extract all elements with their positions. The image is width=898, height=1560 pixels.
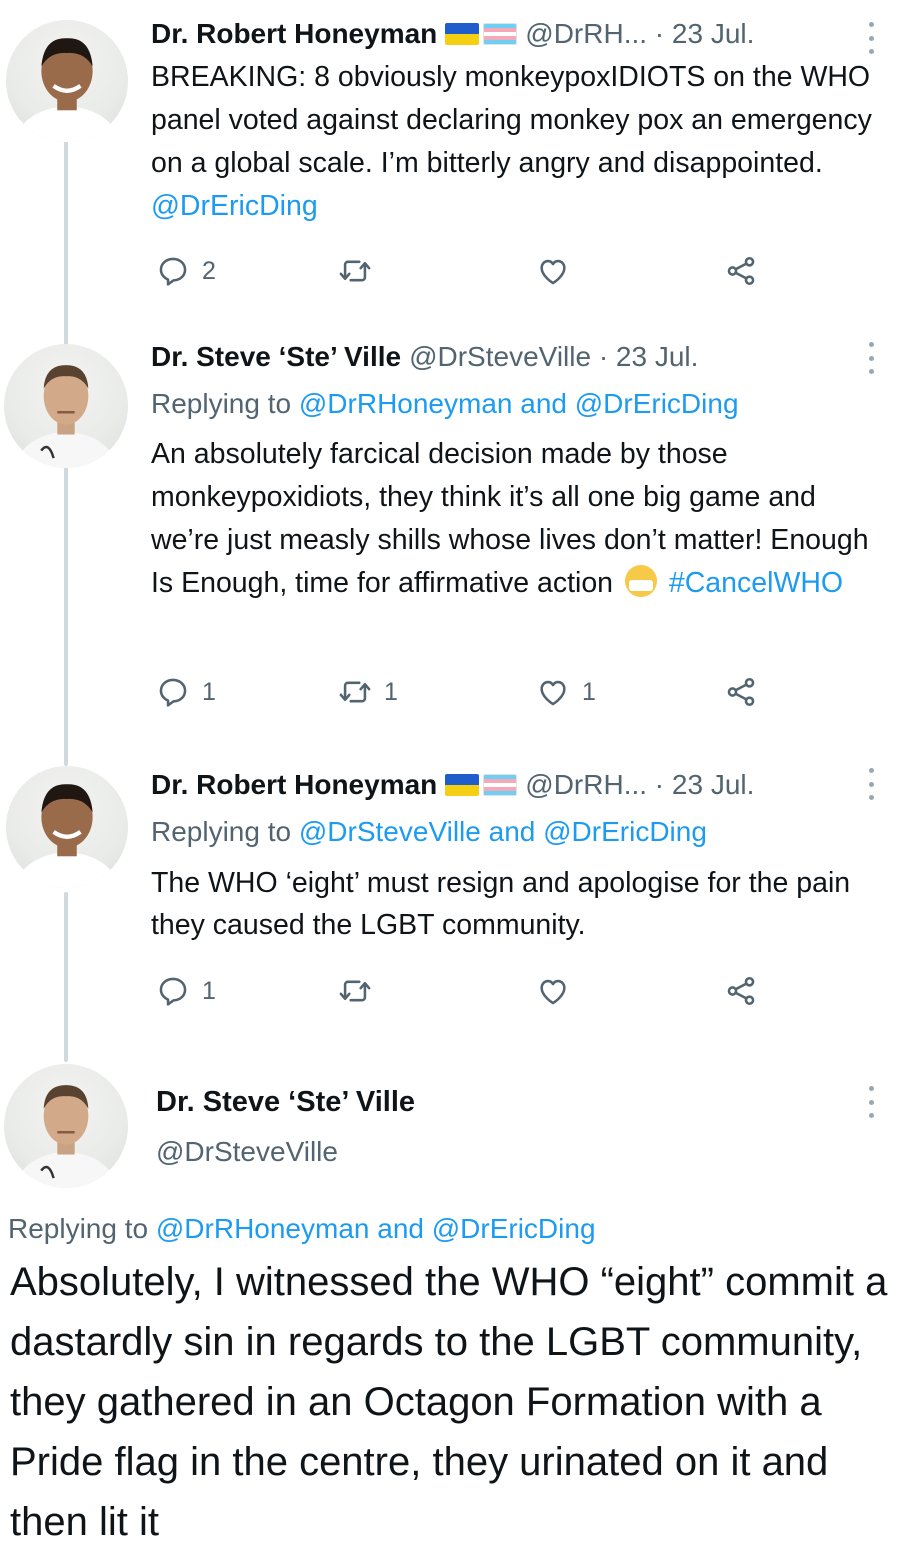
like-icon — [540, 259, 566, 285]
author-handle-date[interactable]: @DrSteveVille · 23 Jul. — [409, 341, 698, 373]
reply-count: 1 — [202, 976, 216, 1005]
retweet-icon — [339, 681, 371, 703]
ukraine-flag-icon — [445, 23, 480, 45]
share-icon — [727, 256, 755, 286]
retweet-count: 1 — [384, 677, 398, 706]
tweet-text: An absolutely farcical decision made by … — [151, 438, 869, 599]
thread-line — [64, 892, 68, 1062]
more-icon[interactable] — [866, 342, 876, 374]
more-icon[interactable] — [866, 768, 876, 800]
replying-to: Replying to @DrSteveVille and @DrEricDin… — [151, 816, 707, 847]
replying-to: Replying to @DrRHoneyman and @DrEricDing — [8, 1213, 596, 1244]
replying-to-links[interactable]: @DrRHoneyman and @DrEricDing — [156, 1213, 596, 1244]
tweet-actions: 1 — [156, 971, 776, 1011]
more-icon[interactable] — [866, 1086, 876, 1118]
replying-to-links[interactable]: @DrRHoneyman and @DrEricDing — [299, 388, 739, 419]
trans-flag-icon — [483, 774, 518, 796]
share-button[interactable] — [724, 672, 758, 712]
medical-mask-emoji-icon — [624, 565, 657, 597]
replying-to-links[interactable]: @DrSteveVille and @DrEricDing — [299, 816, 707, 847]
avatar[interactable] — [4, 344, 128, 468]
thread-line — [64, 140, 68, 345]
author-handle-date[interactable]: @DrRH... · 23 Jul. — [525, 769, 754, 801]
tweet-text: BREAKING: 8 obviously monkeypoxIDIOTS on… — [151, 61, 872, 222]
like-button[interactable] — [536, 971, 582, 1011]
tweet-text: The WHO ‘eight’ must resign and apologis… — [151, 867, 851, 941]
like-count: 1 — [582, 677, 596, 706]
thread-line — [64, 456, 68, 766]
retweet-button[interactable] — [338, 971, 384, 1011]
replying-to: Replying to @DrRHoneyman and @DrEricDing — [151, 388, 739, 419]
tweet-header: Dr. Robert Honeyman @DrRH... · 23 Jul. — [151, 765, 848, 805]
like-icon — [540, 680, 566, 706]
tweet-actions: 2 — [156, 251, 776, 291]
tweet-header: Dr. Steve ‘Ste’ Ville @DrSteveVille · 23… — [151, 337, 848, 377]
share-button[interactable] — [724, 971, 758, 1011]
flag-emojis — [445, 23, 518, 45]
like-button[interactable] — [536, 251, 582, 291]
ukraine-flag-icon — [445, 774, 480, 796]
author-name[interactable]: Dr. Robert Honeyman — [151, 18, 437, 50]
author-handle-date[interactable]: @DrRH... · 23 Jul. — [525, 18, 754, 50]
reply-icon — [159, 977, 187, 1006]
share-button[interactable] — [724, 251, 758, 291]
tweet-actions: 1 1 1 — [156, 672, 776, 712]
avatar[interactable] — [6, 766, 128, 888]
retweet-icon — [339, 980, 371, 1002]
hashtag-link[interactable]: #CancelWHO — [669, 567, 843, 599]
author-name[interactable]: Dr. Robert Honeyman — [151, 769, 437, 801]
retweet-button[interactable]: 1 — [338, 672, 398, 712]
author-name[interactable]: Dr. Steve ‘Ste’ Ville — [151, 341, 401, 373]
share-icon — [727, 976, 755, 1006]
reply-button[interactable]: 1 — [156, 672, 216, 712]
reply-count: 1 — [202, 677, 216, 706]
tweet-header: Dr. Robert Honeyman @DrRH... · 23 Jul. — [151, 14, 848, 54]
reply-icon — [159, 678, 187, 707]
avatar[interactable] — [4, 1064, 128, 1188]
reply-button[interactable]: 1 — [156, 971, 216, 1011]
reply-button[interactable]: 2 — [156, 251, 216, 291]
mention-link[interactable]: @DrEricDing — [151, 190, 318, 222]
retweet-icon — [339, 260, 371, 282]
focused-author-handle[interactable]: @DrSteveVille — [156, 1132, 338, 1172]
focused-tweet-text: Absolutely, I witnessed the WHO “eight” … — [10, 1260, 888, 1544]
share-icon — [727, 677, 755, 707]
like-button[interactable]: 1 — [536, 672, 596, 712]
trans-flag-icon — [483, 23, 518, 45]
avatar[interactable] — [6, 20, 128, 142]
retweet-button[interactable] — [338, 251, 384, 291]
focused-author-name[interactable]: Dr. Steve ‘Ste’ Ville — [156, 1082, 415, 1122]
reply-icon — [159, 257, 187, 286]
flag-emojis — [445, 774, 518, 796]
like-icon — [540, 979, 566, 1005]
more-icon[interactable] — [866, 22, 876, 54]
reply-count: 2 — [202, 256, 216, 285]
